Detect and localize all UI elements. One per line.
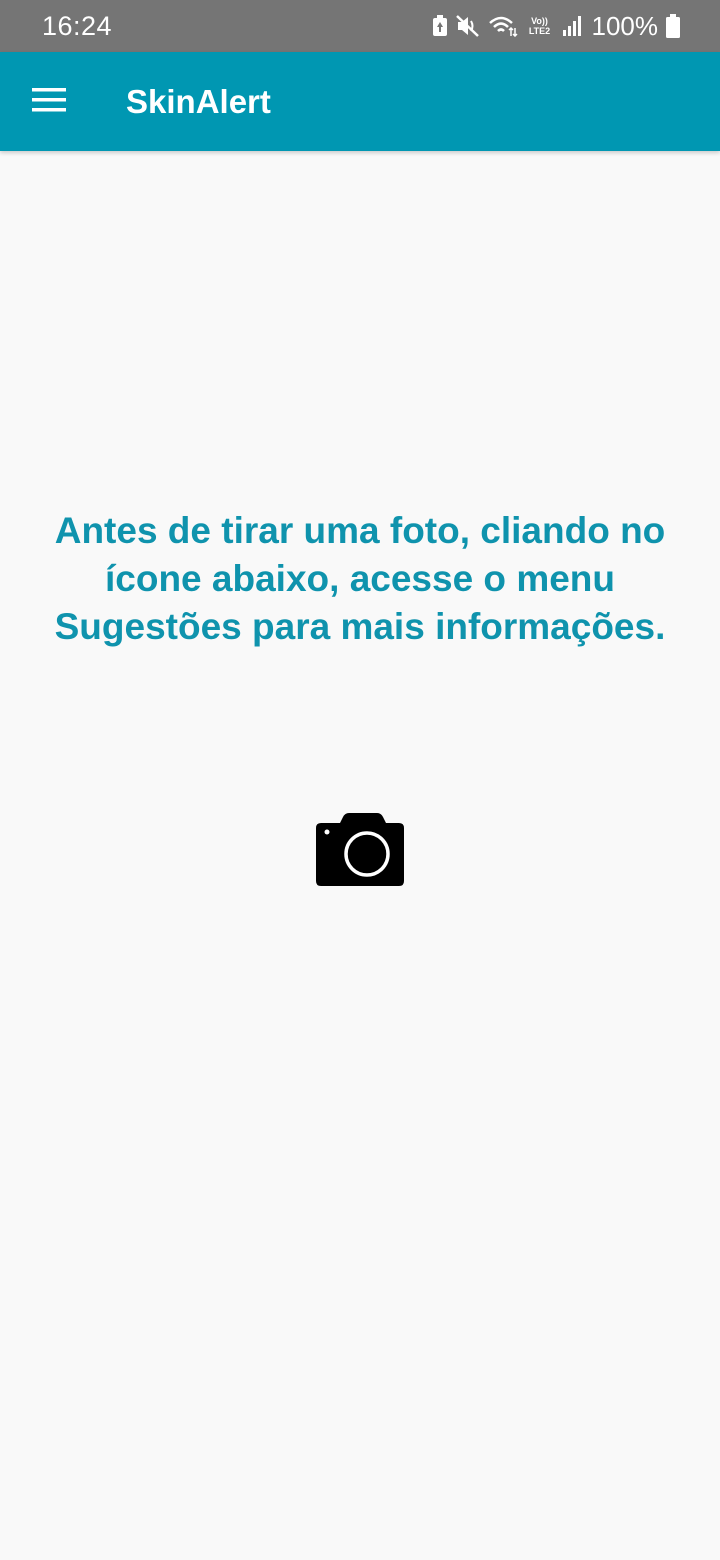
main-content: Antes de tirar uma foto, cliando no ícon… [0, 151, 720, 1560]
app-bar: SkinAlert [0, 52, 720, 151]
status-bar: 16:24 Vo)) LTE2 100% [0, 0, 720, 52]
volte-label: Vo)) [531, 16, 548, 26]
wifi-icon [488, 15, 518, 37]
camera-icon[interactable] [315, 812, 405, 892]
hamburger-menu-icon[interactable] [32, 87, 66, 118]
battery-icon [666, 14, 680, 38]
app-title: SkinAlert [126, 83, 271, 120]
status-icons: Vo)) LTE2 100% [432, 10, 680, 42]
lte-label: LTE2 [528, 26, 551, 36]
camera-button[interactable] [312, 812, 408, 892]
signal-icon [562, 15, 582, 37]
mute-icon [455, 15, 480, 37]
battery-percent: 100% [591, 11, 659, 41]
instruction-text: Antes de tirar uma foto, cliando no ícon… [54, 510, 666, 647]
battery-saver-icon [432, 15, 448, 37]
menu-button[interactable] [22, 76, 76, 128]
status-time: 16:24 [42, 11, 113, 41]
volte-lte-icon: Vo)) LTE2 [526, 16, 554, 36]
